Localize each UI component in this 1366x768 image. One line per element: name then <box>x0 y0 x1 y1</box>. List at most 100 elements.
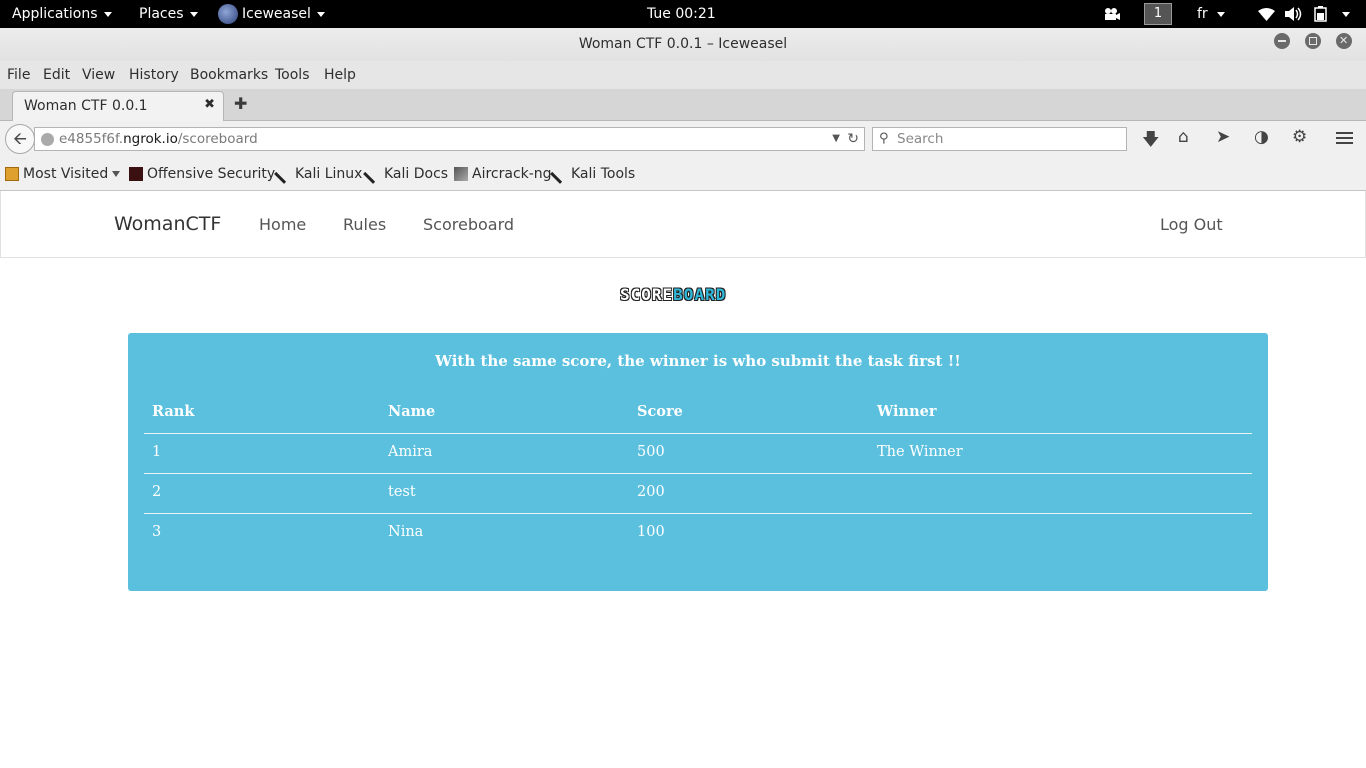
keyboard-layout-menu[interactable]: fr <box>1197 0 1225 28</box>
window-titlebar[interactable]: Woman CTF 0.0.1 – Iceweasel <box>0 28 1366 61</box>
menu-bookmarks[interactable]: Bookmarks <box>190 67 268 83</box>
bookmark-label: Offensive Security <box>147 166 276 182</box>
menu-help[interactable]: Help <box>324 67 356 83</box>
bookmarks-toolbar: Most Visited Offensive Security Kali Lin… <box>0 157 1366 191</box>
logo-word-board: BOARD <box>673 285 727 304</box>
applications-label: Applications <box>12 6 98 22</box>
menu-file[interactable]: File <box>7 67 30 83</box>
workspace-indicator[interactable]: 1 <box>1144 0 1172 28</box>
tab-strip: Woman CTF 0.0.1 ✖ ✚ <box>0 89 1366 121</box>
volume-icon[interactable] <box>1285 0 1303 28</box>
battery-icon[interactable] <box>1313 0 1329 28</box>
tab-woman-ctf[interactable]: Woman CTF 0.0.1 ✖ <box>12 91 224 121</box>
url-path: /scoreboard <box>177 131 258 147</box>
bookmark-most-visited[interactable]: Most Visited <box>5 166 121 182</box>
bookmark-label: Aircrack-ng <box>472 166 552 182</box>
cell-score: 500 <box>637 444 665 460</box>
folder-icon <box>5 167 19 181</box>
scoreboard-panel: With the same score, the winner is who s… <box>128 333 1268 591</box>
kali-dragon-icon <box>550 164 570 184</box>
chevron-down-icon <box>1216 11 1225 17</box>
url-prefix: e4855f6f. <box>59 131 124 147</box>
app-name-label: Iceweasel <box>242 6 311 22</box>
bookmark-label: Most Visited <box>23 166 109 182</box>
video-camera-icon[interactable] <box>1103 0 1121 28</box>
cell-rank: 1 <box>152 444 162 460</box>
hamburger-menu-icon[interactable] <box>1336 132 1353 146</box>
scoreboard-logo: SCOREBOARD <box>620 287 778 303</box>
minimize-icon[interactable] <box>1274 33 1290 49</box>
nav-home[interactable]: Home <box>259 215 306 234</box>
logo-word-score: SCORE <box>620 285 674 304</box>
chevron-down-icon <box>1342 11 1350 17</box>
reload-icon[interactable]: ↻ <box>847 128 859 150</box>
close-icon[interactable] <box>1336 32 1352 50</box>
kali-dragon-icon <box>363 164 383 184</box>
menu-edit[interactable]: Edit <box>43 67 70 83</box>
logout-link[interactable]: Log Out <box>1160 215 1223 234</box>
arrow-left-icon: 🡨 <box>13 129 27 149</box>
column-header-name: Name <box>388 403 436 420</box>
cell-name: Nina <box>388 524 424 540</box>
bookmark-label: Kali Tools <box>571 166 636 182</box>
url-host: ngrok.io <box>123 131 178 147</box>
places-label: Places <box>139 6 184 22</box>
bookmark-kali-tools[interactable]: Kali Tools <box>550 164 636 184</box>
cell-score: 200 <box>637 484 665 500</box>
bookmark-kali-linux[interactable]: Kali Linux <box>274 164 363 184</box>
applications-menu[interactable]: Applications <box>12 0 112 28</box>
chevron-down-icon <box>103 11 112 17</box>
search-input[interactable]: ⚲ Search <box>872 127 1127 151</box>
send-icon[interactable]: ➤ <box>1216 127 1230 147</box>
clock-label: Tue 00:21 <box>647 6 716 22</box>
cell-rank: 2 <box>152 484 162 500</box>
chevron-down-icon <box>112 171 121 177</box>
menu-history[interactable]: History <box>129 67 179 83</box>
download-icon[interactable]: 🡇 <box>1142 127 1159 156</box>
column-header-rank: Rank <box>152 403 195 420</box>
chevron-down-icon <box>189 11 198 17</box>
cell-name: Amira <box>388 444 433 460</box>
navigation-toolbar: e4855f6f.ngrok.io/scoreboard ▼ ↻ 🡨 ⚲ Sea… <box>0 121 1366 157</box>
site-navbar: WomanCTF Home Rules Scoreboard Log Out <box>0 191 1366 258</box>
cell-name: test <box>388 484 416 500</box>
column-header-winner: Winner <box>877 403 937 420</box>
cell-winner: The Winner <box>877 444 963 460</box>
menu-tools[interactable]: Tools <box>275 67 310 83</box>
site-brand[interactable]: WomanCTF <box>114 213 221 235</box>
nav-scoreboard[interactable]: Scoreboard <box>423 215 514 234</box>
back-button[interactable]: 🡨 <box>5 124 35 154</box>
maximize-icon[interactable] <box>1305 33 1321 49</box>
row-divider <box>144 513 1252 514</box>
globe-addon-icon[interactable]: ◑ <box>1254 127 1269 147</box>
cell-rank: 3 <box>152 524 162 540</box>
bookmark-aircrack-ng[interactable]: Aircrack-ng <box>454 166 552 182</box>
bookmark-kali-docs[interactable]: Kali Docs <box>363 164 449 184</box>
home-icon[interactable]: ⌂ <box>1178 127 1189 147</box>
url-bar[interactable]: e4855f6f.ngrok.io/scoreboard ▼ ↻ <box>34 127 865 151</box>
app-menu[interactable]: Iceweasel <box>218 0 325 28</box>
new-tab-icon[interactable]: ✚ <box>234 94 247 113</box>
column-header-score: Score <box>637 403 683 420</box>
row-divider <box>144 473 1252 474</box>
clock[interactable]: Tue 00:21 <box>647 0 716 28</box>
menu-view[interactable]: View <box>82 67 115 83</box>
menu-bar: File Edit View History Bookmarks Tools H… <box>0 61 1366 89</box>
kali-dragon-icon <box>274 164 294 184</box>
system-menu[interactable] <box>1336 0 1350 28</box>
page-content: WomanCTF Home Rules Scoreboard Log Out S… <box>0 191 1366 768</box>
dropdown-arrow-icon[interactable]: ▼ <box>832 128 840 150</box>
close-icon[interactable]: ✖ <box>204 97 215 112</box>
places-menu[interactable]: Places <box>139 0 198 28</box>
wifi-icon[interactable] <box>1258 0 1275 28</box>
addon-icon[interactable]: ⚙ <box>1292 127 1307 147</box>
header-divider <box>144 433 1252 434</box>
bookmark-offensive-security[interactable]: Offensive Security <box>129 166 275 182</box>
tab-title: Woman CTF 0.0.1 <box>24 98 148 114</box>
window-title: Woman CTF 0.0.1 – Iceweasel <box>578 36 788 52</box>
nav-rules[interactable]: Rules <box>343 215 386 234</box>
offsec-icon <box>129 167 143 181</box>
bookmark-label: Kali Linux <box>295 166 363 182</box>
bookmark-label: Kali Docs <box>384 166 449 182</box>
keyboard-layout-label: fr <box>1197 6 1208 22</box>
